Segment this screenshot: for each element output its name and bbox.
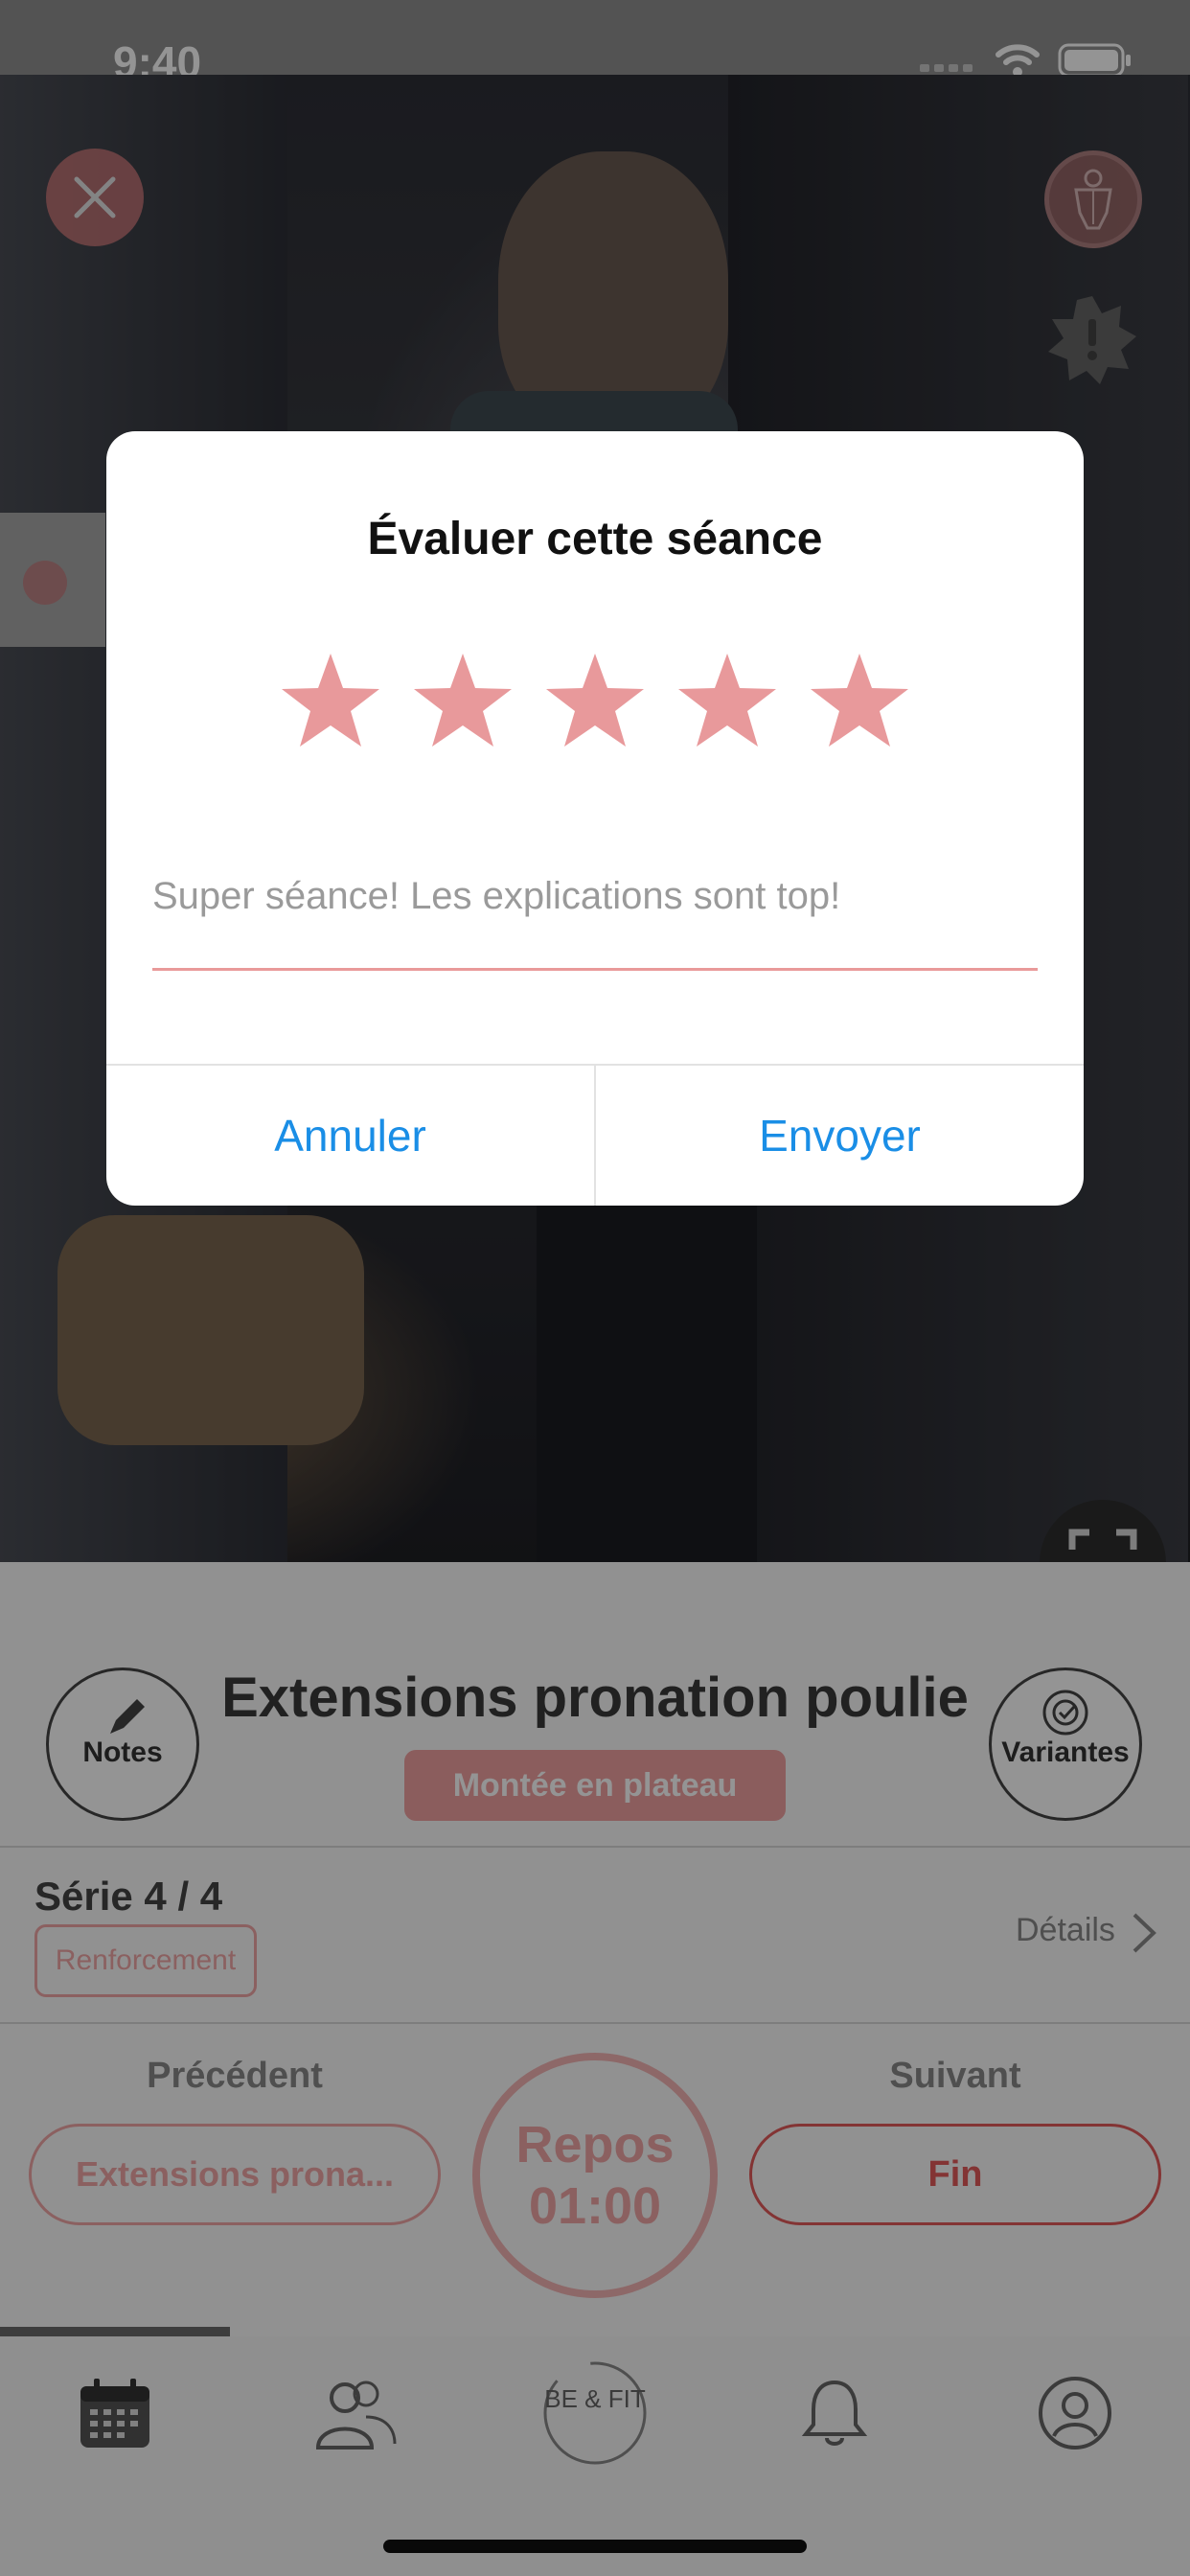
send-button[interactable]: Envoyer <box>596 1066 1084 1206</box>
star-4-icon[interactable] <box>675 650 780 755</box>
star-1-icon[interactable] <box>278 650 383 755</box>
modal-backdrop[interactable] <box>0 0 1190 2576</box>
star-2-icon[interactable] <box>410 650 515 755</box>
rating-dialog: Évaluer cette séance Annuler Envoyer <box>106 431 1084 1206</box>
comment-input[interactable] <box>152 870 1038 922</box>
star-3-icon[interactable] <box>542 650 648 755</box>
cancel-button[interactable]: Annuler <box>106 1066 594 1206</box>
star-rating[interactable] <box>106 650 1084 755</box>
star-5-icon[interactable] <box>807 650 912 755</box>
dialog-title: Évaluer cette séance <box>367 514 823 564</box>
comment-underline <box>152 968 1038 971</box>
